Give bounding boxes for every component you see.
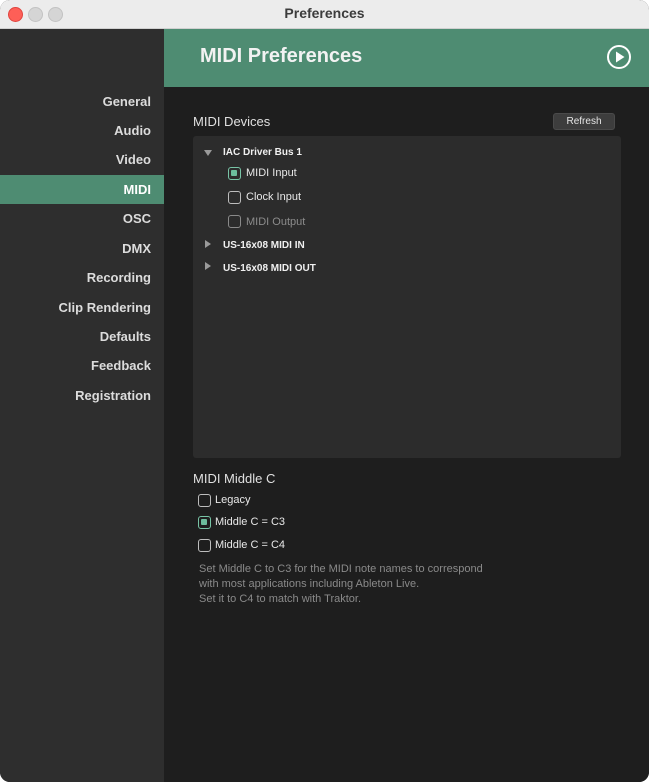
middle-c-c4-label: Middle C = C4 — [215, 539, 286, 551]
middle-c-c3-checkbox[interactable] — [198, 516, 211, 529]
midi-output-checkbox[interactable] — [228, 215, 241, 228]
sidebar-item-feedback[interactable]: Feedback — [0, 351, 164, 380]
legacy-checkbox[interactable] — [198, 494, 211, 507]
page-header: MIDI Preferences — [164, 29, 649, 87]
sidebar-item-defaults[interactable]: Defaults — [0, 322, 164, 351]
midi-device-list: IAC Driver Bus 1 MIDI Input Clock Input … — [193, 136, 621, 458]
preferences-window: Preferences General Audio Video MIDI OSC… — [0, 0, 649, 782]
help-line: Set Middle C to C3 for the MIDI note nam… — [199, 563, 483, 575]
midi-middle-c-heading: MIDI Middle C — [193, 471, 276, 486]
expand-arrow-icon[interactable] — [205, 240, 211, 248]
sidebar-item-recording[interactable]: Recording — [0, 263, 164, 292]
expand-arrow-icon[interactable] — [204, 150, 212, 156]
sidebar-item-osc[interactable]: OSC — [0, 204, 164, 233]
sidebar: General Audio Video MIDI OSC DMX Recordi… — [0, 29, 164, 782]
play-circle-icon[interactable] — [607, 45, 631, 69]
legacy-label: Legacy — [215, 494, 251, 506]
sidebar-item-midi[interactable]: MIDI — [0, 175, 164, 204]
middle-c-help-text: Set Middle C to C3 for the MIDI note nam… — [199, 562, 529, 607]
clock-input-label: Clock Input — [246, 191, 302, 203]
middle-c-c4-checkbox[interactable] — [198, 539, 211, 552]
middle-c-c3-label: Middle C = C3 — [215, 516, 286, 528]
sidebar-item-registration[interactable]: Registration — [0, 381, 164, 410]
midi-input-label: MIDI Input — [246, 167, 297, 179]
sidebar-item-dmx[interactable]: DMX — [0, 234, 164, 263]
midi-input-checkbox[interactable] — [228, 167, 241, 180]
help-line: Set it to C4 to match with Traktor. — [199, 593, 362, 605]
midi-output-label: MIDI Output — [246, 216, 306, 228]
expand-arrow-icon[interactable] — [205, 262, 211, 270]
device-name[interactable]: US-16x08 MIDI IN — [223, 240, 305, 251]
help-line: with most applications including Ableton… — [199, 578, 420, 590]
device-name[interactable]: US-16x08 MIDI OUT — [223, 263, 316, 274]
sidebar-item-audio[interactable]: Audio — [0, 116, 164, 145]
clock-input-checkbox[interactable] — [228, 191, 241, 204]
device-name[interactable]: IAC Driver Bus 1 — [223, 147, 302, 158]
sidebar-item-general[interactable]: General — [0, 87, 164, 116]
midi-devices-heading: MIDI Devices — [193, 114, 271, 129]
midi-preferences-content: MIDI Devices Refresh IAC Driver Bus 1 MI… — [164, 87, 649, 782]
refresh-button[interactable]: Refresh — [553, 113, 615, 130]
window-title: Preferences — [284, 5, 365, 21]
page-title: MIDI Preferences — [200, 45, 363, 67]
sidebar-item-clip-rendering[interactable]: Clip Rendering — [0, 293, 164, 322]
title-bar: Preferences — [0, 0, 649, 29]
sidebar-item-video[interactable]: Video — [0, 145, 164, 174]
